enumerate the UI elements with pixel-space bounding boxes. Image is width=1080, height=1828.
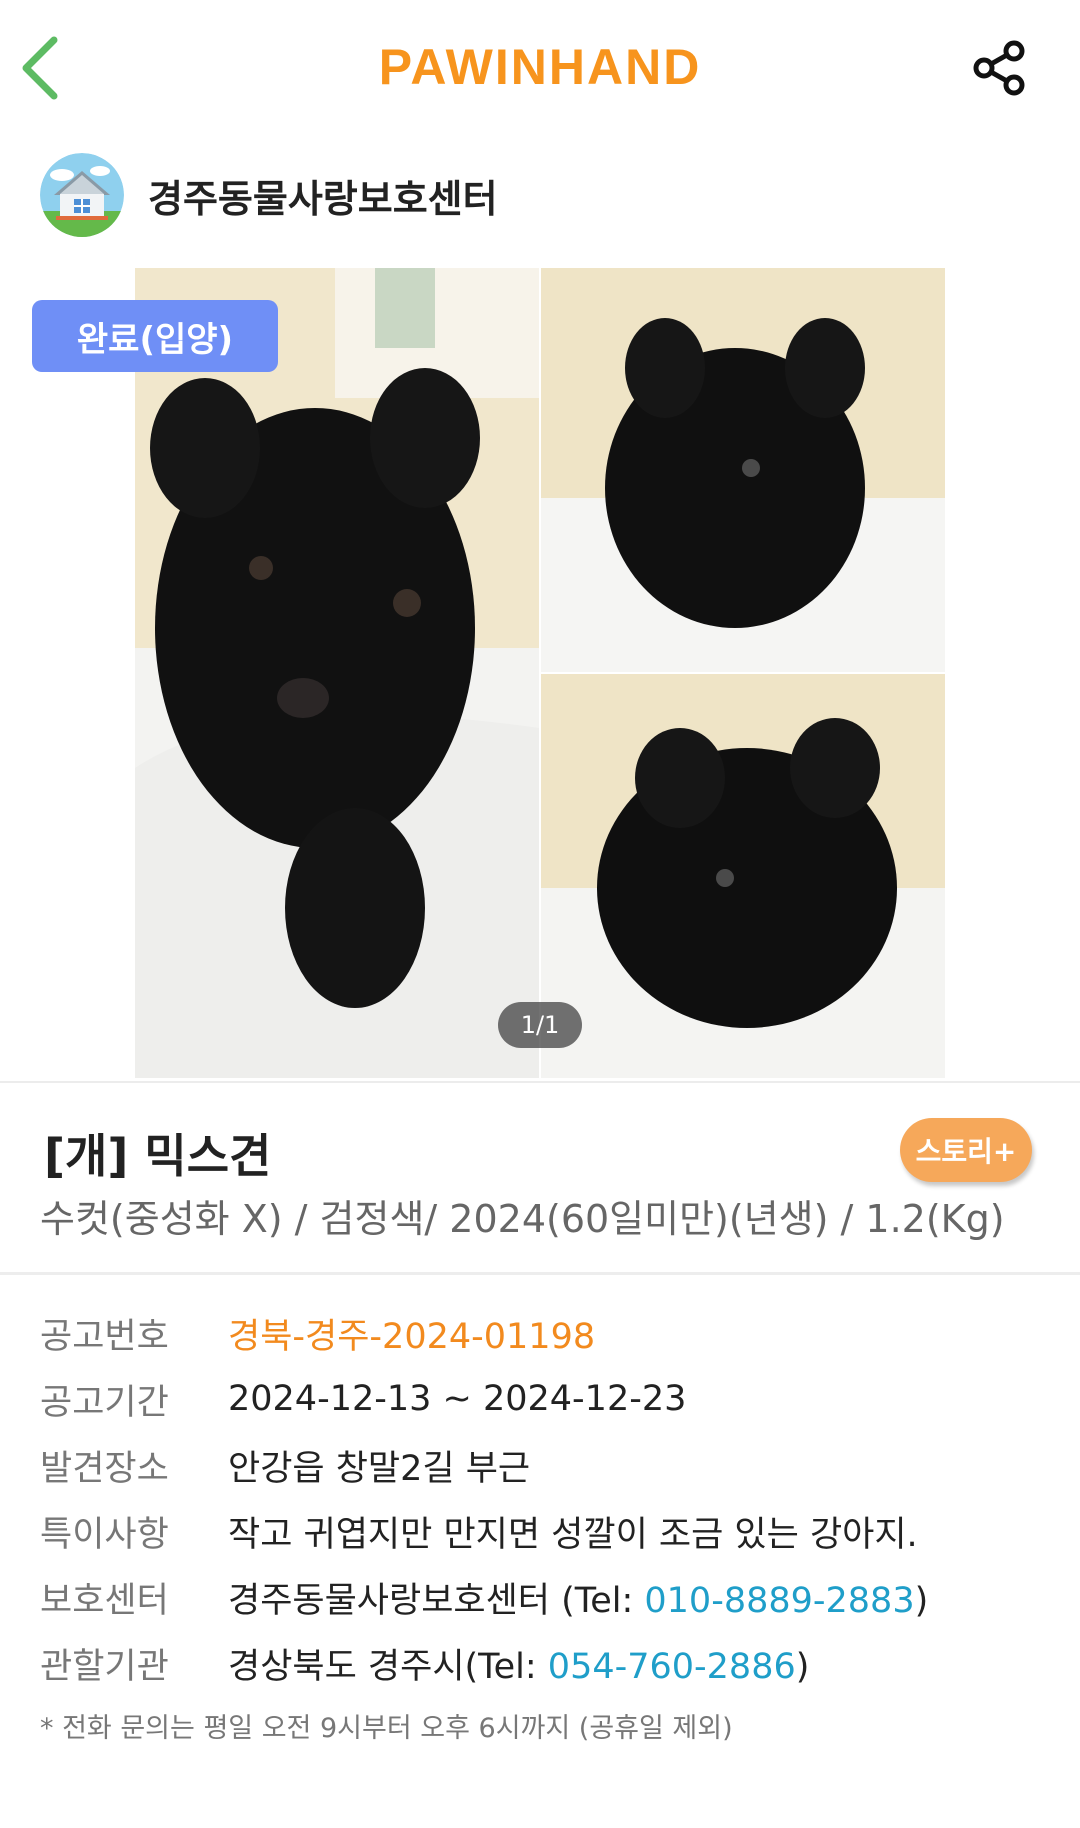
shelter-phone-link[interactable]: 010-8889-2883 <box>644 1581 914 1621</box>
top-app-bar: PAWINHAND <box>0 0 1080 136</box>
puppy-photo-collage <box>135 268 945 1078</box>
info-label: 특이사항 <box>40 1514 169 1555</box>
found-place: 안강읍 창말2길 부근 <box>228 1448 531 1489</box>
photo-page-indicator: 1/1 <box>498 1002 582 1048</box>
share-icon <box>973 40 1025 96</box>
info-row-found-place: 발견장소 안강읍 창말2길 부근 <box>40 1432 1050 1498</box>
house-icon <box>40 153 124 237</box>
notice-period: 2024-12-13 ~ 2024-12-23 <box>228 1379 687 1419</box>
info-label: 보호센터 <box>40 1580 169 1621</box>
app-logo: PAWINHAND <box>378 39 702 95</box>
info-label: 발견장소 <box>40 1448 169 1489</box>
animal-title: [개] 믹스견 <box>44 1129 272 1183</box>
info-label: 관할기관 <box>40 1646 169 1687</box>
animal-photo[interactable] <box>135 268 945 1078</box>
authority-contact-suffix: ) <box>795 1646 810 1687</box>
share-button[interactable] <box>970 38 1030 98</box>
section-divider <box>0 1272 1080 1275</box>
notice-info-table: 공고번호 경북-경주-2024-01198 공고기간 2024-12-13 ~ … <box>40 1300 1050 1696</box>
divider <box>0 1081 1080 1083</box>
shelter-contact: 경주동물사랑보호센터 (Tel: 010-8889-2883) <box>228 1572 928 1623</box>
adoption-status-badge: 완료(입양) <box>32 300 278 372</box>
info-row-notes: 특이사항 작고 귀엽지만 만지면 성깔이 조금 있는 강아지. <box>40 1498 1050 1564</box>
animal-summary: 수컷(중성화 X) / 검정색/ 2024(60일미만)(년생) / 1.2(K… <box>40 1197 1005 1241</box>
phone-hours-footnote: * 전화 문의는 평일 오전 9시부터 오후 6시까지 (공휴일 제외) <box>40 1713 733 1744</box>
info-label: 공고번호 <box>40 1316 169 1357</box>
shelter-link[interactable]: 경주동물사랑보호센터 <box>40 152 498 238</box>
info-label: 공고기간 <box>40 1382 169 1423</box>
info-row-authority: 관할기관 경상북도 경주시(Tel: 054-760-2886) <box>40 1630 1050 1696</box>
story-button[interactable]: 스토리+ <box>900 1118 1032 1182</box>
shelter-contact-name: 경주동물사랑보호센터 (Tel: <box>228 1580 645 1621</box>
notice-number: 경북-경주-2024-01198 <box>228 1316 596 1357</box>
authority-phone-link[interactable]: 054-760-2886 <box>548 1647 796 1687</box>
special-notes: 작고 귀엽지만 만지면 성깔이 조금 있는 강아지. <box>228 1514 918 1555</box>
authority-contact-name: 경상북도 경주시(Tel: <box>228 1646 548 1687</box>
shelter-name: 경주동물사랑보호센터 <box>148 176 498 221</box>
info-row-shelter: 보호센터 경주동물사랑보호센터 (Tel: 010-8889-2883) <box>40 1564 1050 1630</box>
shelter-contact-suffix: ) <box>914 1580 929 1621</box>
shelter-avatar <box>40 153 124 237</box>
info-row-notice-number: 공고번호 경북-경주-2024-01198 <box>40 1300 1050 1366</box>
info-row-notice-period: 공고기간 2024-12-13 ~ 2024-12-23 <box>40 1366 1050 1432</box>
authority-contact: 경상북도 경주시(Tel: 054-760-2886) <box>228 1638 809 1689</box>
